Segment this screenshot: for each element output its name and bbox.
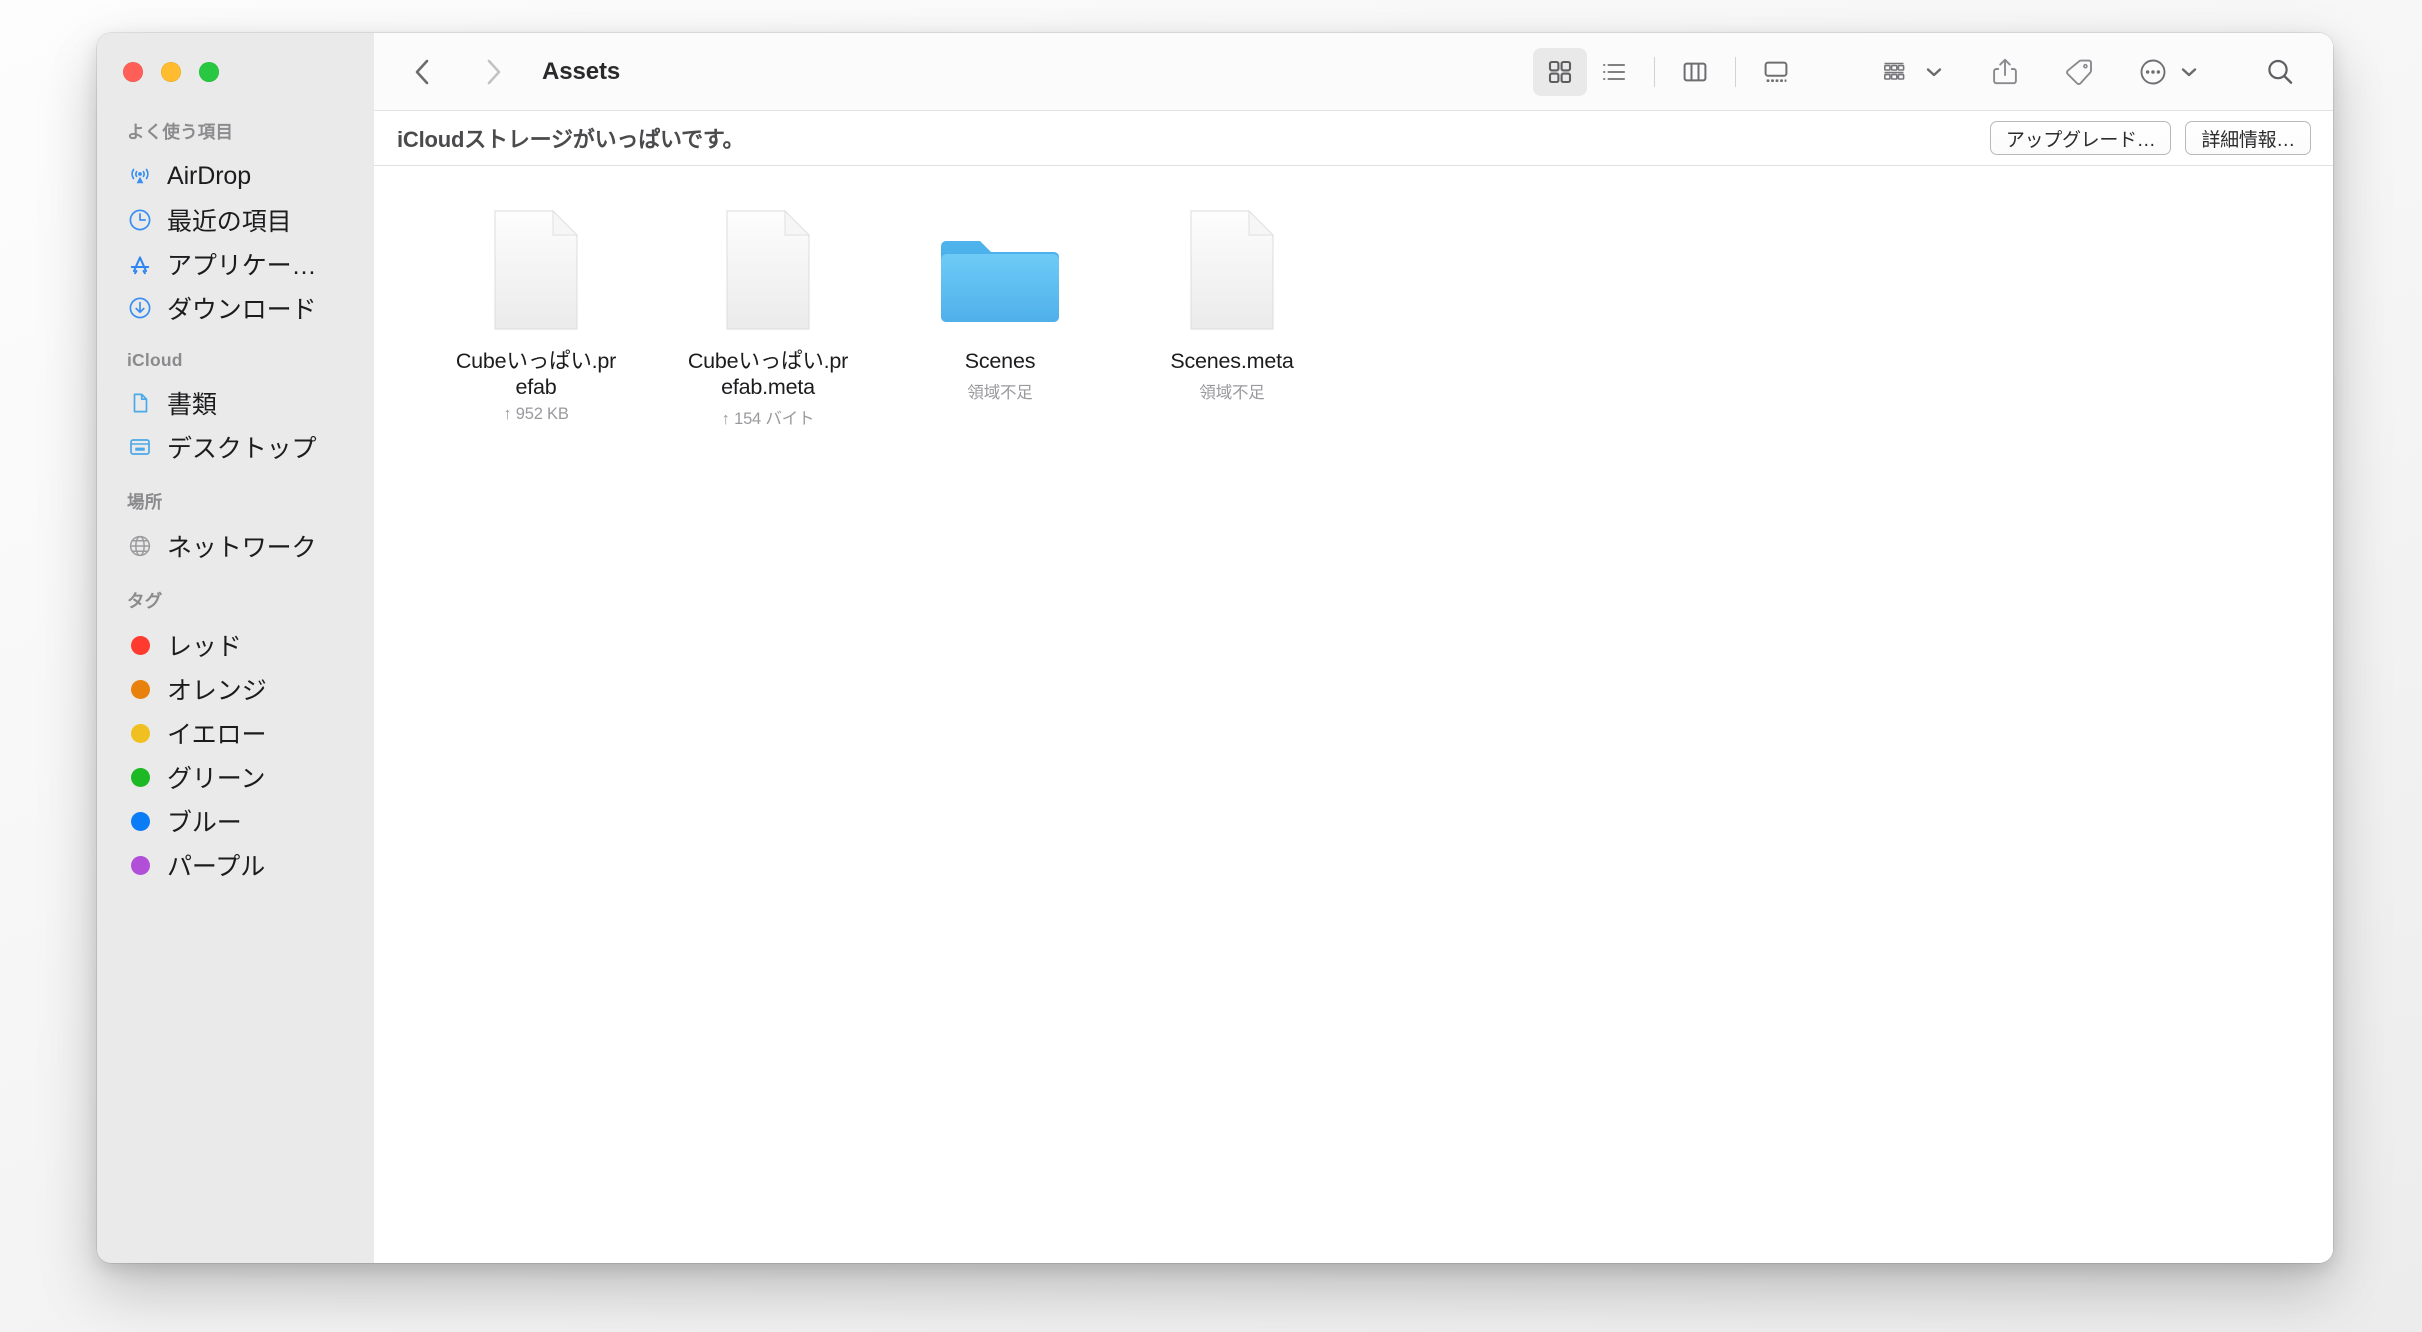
sidebar-item-label: ブルー	[167, 809, 242, 837]
finder-window: よく使う項目 AirDrop 最近の項目 アプリケー… ダウンロード iClou…	[97, 33, 2333, 1263]
sidebar-item-label: レッド	[167, 633, 242, 661]
tag-dot-icon	[127, 808, 153, 834]
sidebar-item-label: ダウンロード	[167, 296, 317, 324]
sidebar-section-favorites-title: よく使う項目	[127, 122, 234, 142]
share-icon	[1993, 58, 2017, 84]
more-actions-button[interactable]	[2136, 48, 2199, 96]
sidebar-item-desktop[interactable]: デスクトップ	[97, 425, 374, 469]
file-name: Cubeいっぱい.prefab.meta	[687, 349, 849, 400]
main-area: Assets iCloudストレージがいっぱいです。 アップグレード… 詳細情報…	[374, 33, 2333, 1263]
view-mode-group	[1533, 47, 1803, 96]
file-icon-document	[713, 206, 823, 334]
sidebar-item-label: ネットワーク	[167, 534, 317, 562]
details-button[interactable]: 詳細情報…	[2185, 121, 2311, 155]
desktop-icon	[127, 434, 153, 460]
tags-button[interactable]	[2062, 48, 2096, 96]
share-button[interactable]	[1988, 48, 2022, 96]
downloads-icon	[127, 295, 153, 321]
chevron-down-icon	[2181, 67, 2197, 76]
sidebar-item-label: 書類	[167, 391, 217, 419]
sidebar-item-recents[interactable]: 最近の項目	[97, 198, 374, 242]
sidebar-item-label: オレンジ	[167, 677, 267, 705]
sidebar-item-label: イエロー	[167, 721, 267, 749]
icloud-storage-banner: iCloudストレージがいっぱいです。 アップグレード… 詳細情報…	[374, 111, 2333, 166]
tag-dot-icon	[127, 764, 153, 790]
view-mode-separator	[1654, 56, 1655, 87]
sidebar-item-network[interactable]: ネットワーク	[97, 524, 374, 568]
list-view-button[interactable]	[1587, 48, 1641, 96]
sidebar-item-airdrop[interactable]: AirDrop	[97, 154, 374, 198]
file-item[interactable]: Cubeいっぱい.prefab ↑ 952 KB	[420, 202, 652, 429]
back-button[interactable]	[400, 49, 446, 95]
group-by-button[interactable]	[1881, 48, 1944, 96]
sidebar-section-tags-title: タグ	[127, 591, 163, 611]
desktop-background: よく使う項目 AirDrop 最近の項目 アプリケー… ダウンロード iClou…	[0, 0, 2422, 1332]
view-mode-separator	[1735, 56, 1736, 87]
sidebar-section-icloud-title: iCloud	[127, 350, 183, 370]
sidebar-item-applications[interactable]: アプリケー…	[97, 242, 374, 286]
applications-icon	[127, 251, 153, 277]
sidebar-item-label: パープル	[167, 853, 266, 881]
sidebar-item-tag-orange[interactable]: オレンジ	[97, 667, 374, 711]
tag-dot-icon	[127, 632, 153, 658]
sidebar: よく使う項目 AirDrop 最近の項目 アプリケー… ダウンロード iClou…	[97, 33, 374, 1263]
gallery-view-button[interactable]	[1749, 48, 1803, 96]
sidebar-item-label: AirDrop	[167, 161, 252, 190]
file-status: ↑ 154 バイト	[721, 410, 815, 429]
file-item[interactable]: Scenes.meta 領域不足	[1116, 202, 1348, 429]
breadcrumb[interactable]: Assets	[542, 58, 620, 86]
banner-message: iCloudストレージがいっぱいです。	[397, 127, 745, 152]
sidebar-section-locations-title: 場所	[127, 492, 163, 512]
forward-button[interactable]	[470, 49, 516, 95]
chevron-down-icon	[1926, 67, 1942, 76]
file-status: 領域不足	[967, 384, 1033, 403]
tag-icon	[2066, 59, 2092, 85]
sidebar-item-tag-purple[interactable]: パープル	[97, 843, 374, 887]
tag-dot-icon	[127, 852, 153, 878]
icon-view-button[interactable]	[1533, 47, 1587, 96]
file-status: 領域不足	[1199, 384, 1265, 403]
toolbar: Assets	[374, 33, 2333, 111]
sidebar-item-label: グリーン	[167, 765, 266, 793]
file-status: ↑ 952 KB	[503, 405, 569, 424]
search-button[interactable]	[2263, 48, 2297, 96]
network-icon	[127, 533, 153, 559]
search-icon	[2268, 59, 2293, 84]
tag-dot-icon	[127, 676, 153, 702]
sidebar-item-tag-yellow[interactable]: イエロー	[97, 711, 374, 755]
sidebar-item-tag-red[interactable]: レッド	[97, 623, 374, 667]
folder-item[interactable]: Scenes 領域不足	[884, 202, 1116, 429]
file-grid[interactable]: Cubeいっぱい.prefab ↑ 952 KB Cubeいっぱい.prefab…	[374, 166, 2333, 1263]
sidebar-item-label: アプリケー…	[167, 252, 317, 280]
sidebar-item-downloads[interactable]: ダウンロード	[97, 286, 374, 330]
tag-dot-icon	[127, 720, 153, 746]
sidebar-item-tag-blue[interactable]: ブルー	[97, 799, 374, 843]
sidebar-item-label: 最近の項目	[167, 208, 292, 236]
file-item[interactable]: Cubeいっぱい.prefab.meta ↑ 154 バイト	[652, 202, 884, 429]
file-name: Scenes	[964, 349, 1036, 373]
close-button[interactable]	[123, 62, 143, 82]
airdrop-icon	[127, 163, 153, 189]
ellipsis-circle-icon	[2140, 59, 2166, 84]
column-view-button[interactable]	[1668, 48, 1722, 96]
upgrade-button[interactable]: アップグレード…	[1989, 121, 2172, 155]
folder-icon	[936, 206, 1064, 334]
sidebar-item-label: デスクトップ	[167, 435, 317, 463]
documents-icon	[127, 390, 153, 416]
file-name: Cubeいっぱい.prefab	[455, 349, 617, 400]
clock-icon	[127, 207, 153, 233]
file-icon-document	[481, 206, 591, 334]
file-name: Scenes.meta	[1170, 349, 1294, 373]
file-icon-document	[1177, 206, 1287, 334]
window-controls	[97, 33, 374, 111]
sidebar-item-documents[interactable]: 書類	[97, 381, 374, 425]
group-by-icon	[1883, 62, 1905, 80]
sidebar-item-tag-green[interactable]: グリーン	[97, 755, 374, 799]
toolbar-right-group	[1881, 48, 2311, 96]
minimize-button[interactable]	[161, 62, 181, 82]
maximize-button[interactable]	[199, 62, 219, 82]
